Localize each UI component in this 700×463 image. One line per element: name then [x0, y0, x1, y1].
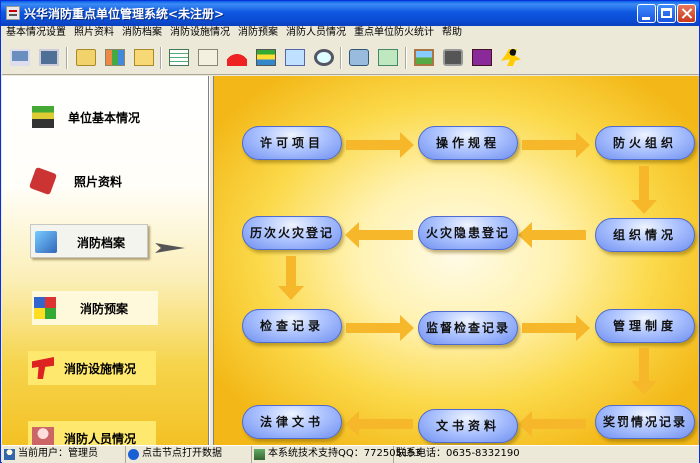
flow-arrow — [278, 256, 304, 300]
node-management-rules[interactable]: 管理制度 — [595, 309, 695, 343]
app-window: 兴华消防重点单位管理系统<未注册> 基本情况设置 照片资料 消防档案 消防设施情… — [0, 0, 700, 463]
window-title: 兴华消防重点单位管理系统<未注册> — [24, 7, 225, 21]
status-hint: 点击节点打开数据 — [126, 446, 252, 463]
notebook-icon[interactable] — [165, 44, 193, 72]
menu-bar: 基本情况设置 照片资料 消防档案 消防设施情况 消防预案 消防人员情况 重点单位… — [2, 26, 699, 41]
toolbar — [2, 41, 699, 75]
pda-icon[interactable] — [439, 44, 467, 72]
title-bar[interactable]: 兴华消防重点单位管理系统<未注册> — [1, 1, 699, 26]
cube-icon — [35, 231, 57, 253]
menu-facilities[interactable]: 消防设施情况 — [166, 26, 234, 41]
node-hazard-register[interactable]: 火灾隐患登记 — [418, 216, 518, 250]
nav-item-label: 消防预案 — [80, 302, 129, 316]
menu-photos[interactable]: 照片资料 — [70, 26, 118, 41]
menu-archives[interactable]: 消防档案 — [118, 26, 166, 41]
node-legal-documents[interactable]: 法律文书 — [242, 405, 342, 439]
minimize-icon — [642, 17, 650, 20]
notepad-icon[interactable] — [281, 44, 309, 72]
books-icon — [32, 106, 54, 128]
scroll-icon[interactable] — [345, 44, 373, 72]
rubik-icon — [34, 297, 56, 319]
menu-basic-settings[interactable]: 基本情况设置 — [2, 26, 70, 41]
node-fire-organization[interactable]: 防火组织 — [595, 126, 695, 160]
network-icon — [254, 449, 265, 460]
node-supervision-records[interactable]: 监督检查记录 — [418, 311, 518, 345]
node-fire-history[interactable]: 历次火灾登记 — [242, 216, 342, 250]
node-documents[interactable]: 文书资料 — [418, 409, 518, 443]
maximize-icon — [661, 8, 672, 18]
flow-canvas: 许可项目 操作规程 防火组织 组织情况 火灾隐患登记 历次火灾登记 检查记录 监… — [214, 76, 699, 445]
nav-item-photos[interactable]: 照片资料 — [20, 164, 170, 198]
book-stack-icon[interactable] — [252, 44, 280, 72]
picture-icon[interactable] — [410, 44, 438, 72]
flow-arrow — [522, 315, 590, 341]
menu-statistics[interactable]: 重点单位防火统计 — [350, 26, 438, 41]
menu-plans[interactable]: 消防预案 — [234, 26, 282, 41]
status-support: 本系统技术支持QQ：772505153 — [252, 446, 421, 463]
computer-icon[interactable] — [6, 44, 34, 72]
monitor-icon[interactable] — [35, 44, 63, 72]
flow-arrow — [518, 411, 586, 437]
close-button[interactable] — [677, 4, 696, 23]
flow-arrow — [522, 132, 590, 158]
document-pen-icon[interactable] — [194, 44, 222, 72]
flow-arrow — [631, 166, 657, 214]
magnifier-icon[interactable] — [310, 44, 338, 72]
nav-item-plans[interactable]: 消防预案 — [32, 291, 158, 325]
nav-item-personnel[interactable]: 消防人员情况 — [28, 421, 156, 445]
dice-icon — [28, 166, 58, 196]
node-organization-status[interactable]: 组织情况 — [595, 218, 695, 252]
nav-item-facilities[interactable]: 消防设施情况 — [28, 351, 156, 385]
menu-personnel[interactable]: 消防人员情况 — [282, 26, 350, 41]
maximize-button[interactable] — [657, 4, 676, 23]
flow-arrow — [345, 411, 413, 437]
nav-item-label: 消防设施情况 — [64, 362, 137, 376]
flow-arrow — [345, 222, 413, 248]
node-operating-procedures[interactable]: 操作规程 — [418, 126, 518, 160]
node-reward-records[interactable]: 奖罚情况记录 — [595, 405, 695, 439]
drill-icon — [32, 357, 54, 379]
runner-icon[interactable] — [497, 44, 525, 72]
nav-item-archives[interactable]: 消防档案 — [30, 224, 148, 258]
status-bar: 当前用户：管理员 点击节点打开数据 本系统技术支持QQ：772505153 联系… — [2, 445, 699, 463]
info-icon — [128, 449, 139, 460]
flow-arrow — [346, 315, 414, 341]
menu-help[interactable]: 帮助 — [438, 26, 466, 41]
person-icon — [32, 427, 54, 445]
selected-arrow-icon — [155, 243, 185, 253]
flow-arrow — [518, 222, 586, 248]
user-icon — [4, 449, 15, 460]
flow-arrow — [346, 132, 414, 158]
node-license-items[interactable]: 许可项目 — [242, 126, 342, 160]
help-book-icon[interactable] — [468, 44, 496, 72]
app-icon[interactable] — [6, 6, 20, 20]
folder-color-icon[interactable] — [101, 44, 129, 72]
nav-item-label: 照片资料 — [74, 175, 123, 189]
nav-item-label: 单位基本情况 — [68, 111, 141, 125]
memo-icon[interactable] — [374, 44, 402, 72]
status-phone: 联系电话：0635-8332190 — [396, 448, 520, 459]
nav-item-unit-info[interactable]: 单位基本情况 — [20, 100, 170, 134]
nav-panel: 单位基本情况 照片资料 消防档案 消防预案 消防设施情况 消防人员情况 — [2, 76, 209, 445]
folder-icon[interactable] — [72, 44, 100, 72]
status-user: 当前用户：管理员 — [2, 446, 126, 463]
flow-arrow — [631, 348, 657, 395]
node-inspection-records[interactable]: 检查记录 — [242, 309, 342, 343]
minimize-button[interactable] — [637, 4, 656, 23]
folder-open-icon[interactable] — [130, 44, 158, 72]
nav-item-label: 消防人员情况 — [64, 432, 137, 445]
nav-item-label: 消防档案 — [77, 236, 126, 250]
umbrella-icon[interactable] — [223, 44, 251, 72]
